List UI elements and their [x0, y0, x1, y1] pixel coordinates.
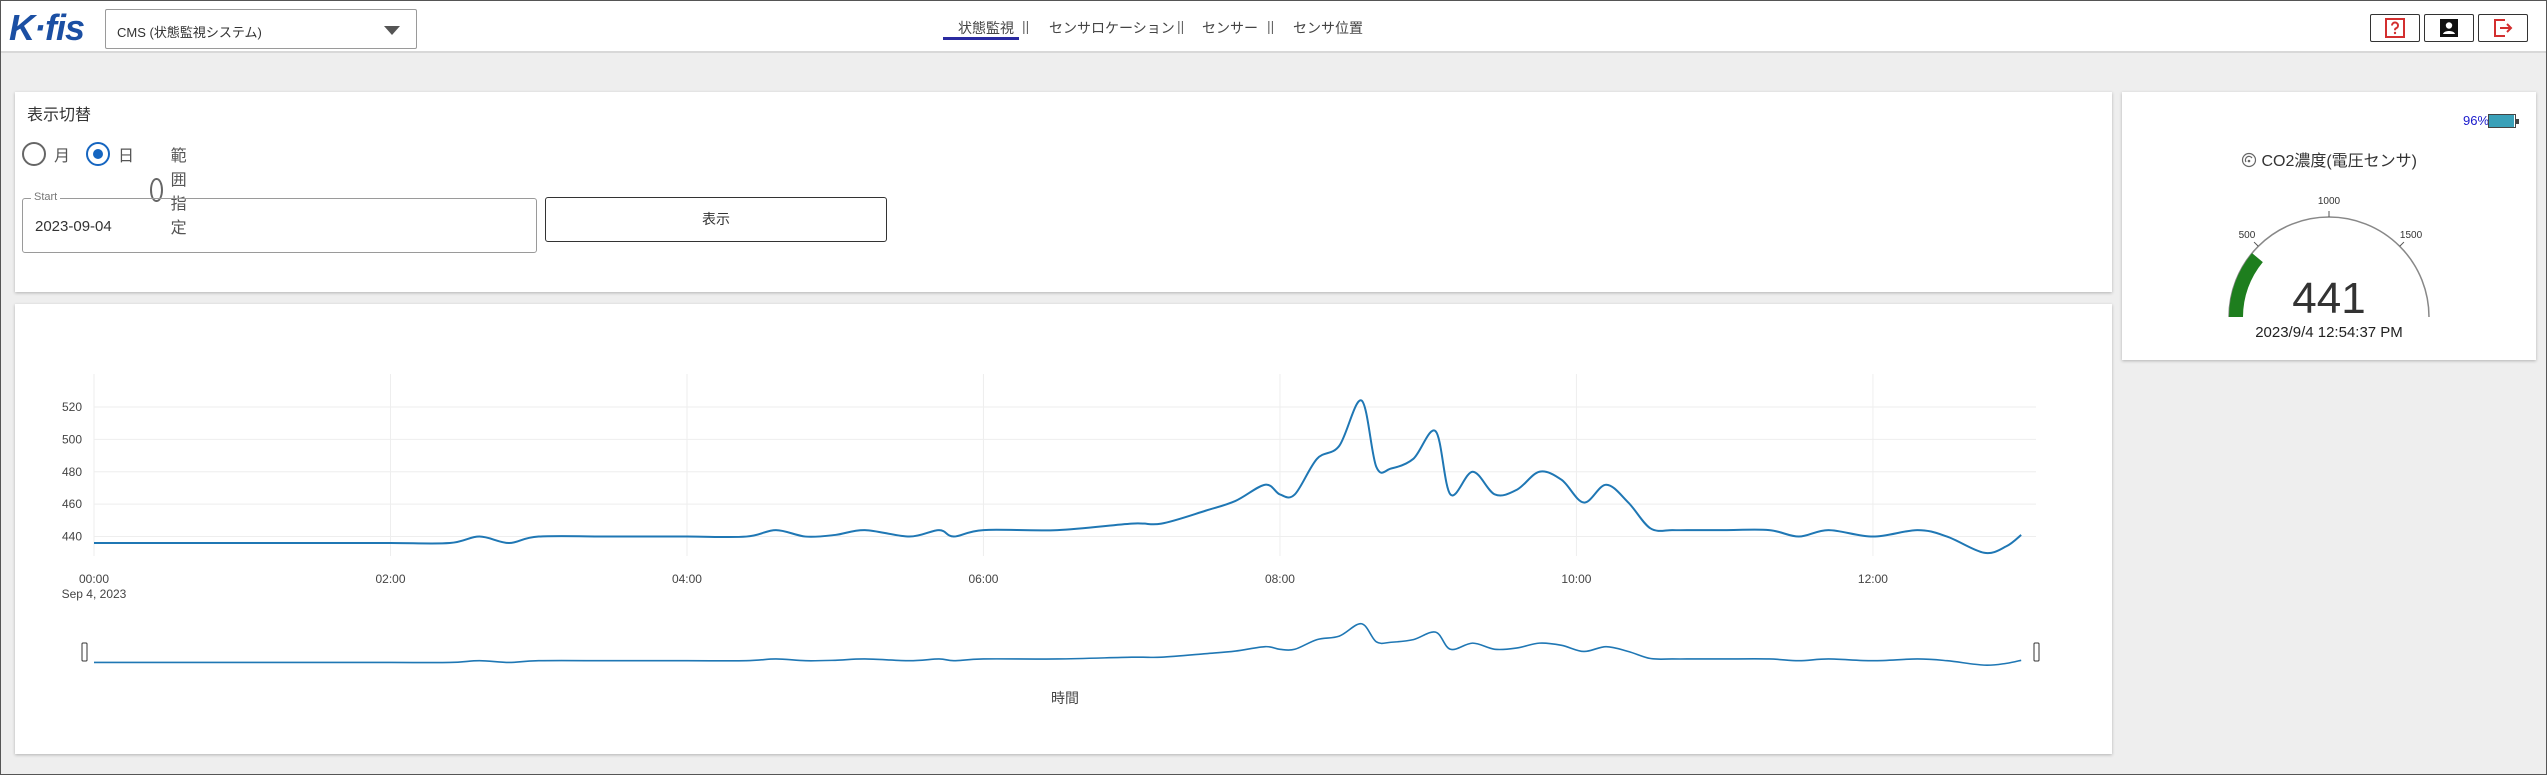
x-tick-label: 02:00	[375, 572, 405, 586]
x-tick-label: 08:00	[1265, 572, 1295, 586]
series-line	[93, 399, 2022, 555]
logout-icon	[2494, 19, 2513, 37]
y-tick-label: 440	[62, 530, 82, 544]
help-button[interactable]	[2370, 14, 2420, 42]
gauge-timestamp: 2023/9/4 12:54:37 PM	[2255, 324, 2403, 341]
gauge-value-arc	[2229, 253, 2263, 318]
nav-separator: ||	[1177, 18, 1185, 34]
display-switch-panel: 表示切替 月 日 範囲指定 Start 2023-09-04 表示	[15, 92, 2112, 292]
nav-separator: ||	[1022, 18, 1030, 34]
y-tick-label: 520	[62, 400, 82, 414]
x-tick-label: 04:00	[672, 572, 702, 586]
x-tick-label: 10:00	[1561, 572, 1591, 586]
chevron-down-icon	[384, 26, 400, 35]
range-slider-line	[94, 622, 2022, 667]
y-tick-label: 460	[62, 497, 82, 511]
user-icon	[2440, 19, 2458, 37]
logout-button[interactable]	[2478, 14, 2528, 42]
battery-icon	[2488, 114, 2519, 128]
battery-percentage: 96%	[2463, 113, 2490, 128]
radio-circle	[22, 142, 46, 166]
gauge-title: CO2濃度(電圧センサ)	[2122, 147, 2536, 171]
radio-month[interactable]: 月	[22, 142, 70, 166]
x-axis-title: 時間	[1051, 690, 1079, 706]
x-date-label: Sep 4, 2023	[62, 587, 127, 601]
show-button[interactable]: 表示	[545, 197, 887, 242]
start-date-field[interactable]: Start 2023-09-04	[22, 191, 537, 253]
nav-active-indicator	[943, 37, 1019, 40]
radio-label: 日	[118, 148, 135, 165]
gauge-card: 96% CO2濃度(電圧センサ) 500 1000 1500 441 2023/9/4…	[2122, 92, 2536, 360]
system-select-value: CMS (状態監視システム)	[117, 25, 262, 40]
co2-gauge: 500 1000 1500 441	[2228, 196, 2430, 323]
co2-line-chart: 440 460 480 500 520 00:00 02:00 04:00 06:00 08:00…	[62, 374, 2040, 706]
system-select[interactable]: CMS (状態監視システム)	[105, 9, 417, 49]
radio-circle-selected	[86, 142, 110, 166]
gauge-tick-label: 1000	[2318, 196, 2341, 207]
chart-panel: 440 460 480 500 520 00:00 02:00 04:00 06:00 08:00…	[15, 304, 2112, 754]
x-tick-label: 06:00	[968, 572, 998, 586]
nav-separator: ||	[1267, 18, 1275, 34]
sensor-icon	[2241, 152, 2257, 168]
range-slider-left-handle[interactable]	[81, 642, 88, 662]
gauge-title-text: CO2濃度(電圧センサ)	[2261, 153, 2417, 170]
app-logo: K·fis	[9, 7, 85, 48]
help-icon	[2385, 18, 2405, 38]
range-slider-right-handle[interactable]	[2033, 642, 2040, 662]
gauge-tick-label: 500	[2239, 230, 2256, 241]
x-tick-label: 00:00	[79, 572, 109, 586]
top-bar: K·fis CMS (状態監視システム) 状態監視 || センサロケーション |…	[1, 1, 2546, 53]
y-tick-label: 480	[62, 465, 82, 479]
nav-item-sensor-location[interactable]: センサロケーション	[1049, 18, 1175, 38]
gauge-tick-label: 1500	[2400, 230, 2423, 241]
panel-title: 表示切替	[27, 107, 92, 124]
nav-item-sensor-position[interactable]: センサ位置	[1293, 18, 1363, 38]
x-tick-label: 12:00	[1858, 572, 1888, 586]
gauge-tick	[2399, 241, 2405, 247]
gauge-tick	[2253, 241, 2259, 247]
start-date-value: 2023-09-04	[35, 218, 112, 235]
nav-item-sensor[interactable]: センサー	[1202, 18, 1258, 38]
gauge-value: 441	[2292, 274, 2365, 323]
nav-item-status-monitoring[interactable]: 状態監視	[958, 18, 1014, 38]
radio-label: 月	[54, 148, 71, 165]
radio-day[interactable]: 日	[86, 142, 134, 166]
user-button[interactable]	[2424, 14, 2474, 42]
y-tick-label: 500	[62, 432, 82, 446]
start-date-label: Start	[31, 191, 61, 203]
